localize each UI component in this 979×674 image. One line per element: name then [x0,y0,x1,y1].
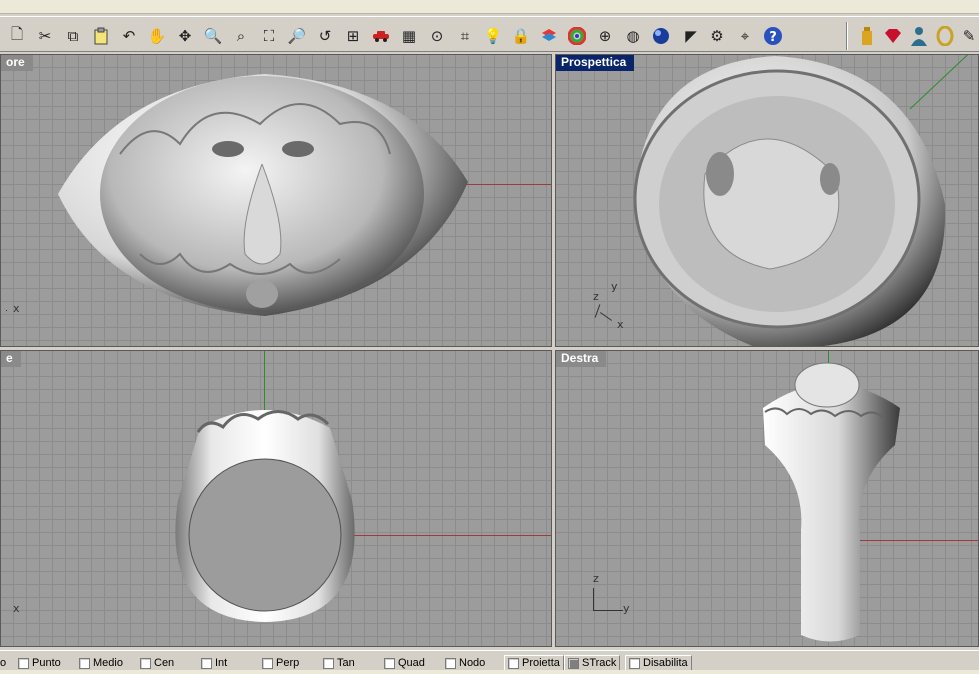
zoom-extents-icon[interactable]: ⛶ [258,24,280,48]
ring-perspective-view [633,54,970,347]
lock-icon[interactable]: 🔒 [510,24,532,48]
viewport-top[interactable]: x ore [0,54,552,347]
checkbox[interactable] [79,657,90,669]
render-icon[interactable]: ◤ [680,24,702,48]
bottom-strip [0,670,979,674]
checkbox[interactable] [140,657,151,669]
person-icon[interactable] [908,24,930,48]
axis-y-label: y [611,280,618,293]
snap-punto[interactable]: Punto [18,655,61,671]
snap-perp[interactable]: Perp [262,655,299,671]
snap-tan[interactable]: Tan [323,655,355,671]
ring-top-view [58,74,468,316]
ring-front-view [175,410,355,622]
snap-cen[interactable]: Cen [140,655,174,671]
car-icon[interactable] [370,24,392,48]
checkbox-checked[interactable] [568,657,579,669]
axis-x-label: x [13,302,20,315]
viewport-front[interactable]: x e [0,350,552,647]
viewport-title-right[interactable]: Destra [555,350,607,367]
axis-x-label: x [617,318,624,331]
sphere-wire-icon[interactable]: ⊕ [594,24,616,48]
brush-icon[interactable]: ✎ [958,24,979,48]
copy-icon[interactable]: ⧉ [62,24,84,48]
checkbox[interactable] [629,657,640,669]
checkbox[interactable] [508,657,519,669]
layer-icon[interactable] [538,24,560,48]
cut-icon[interactable]: ✂ [34,24,56,48]
new-document-icon[interactable]: 🗋 [6,24,28,48]
paste-icon[interactable] [90,24,112,48]
checkbox[interactable] [201,657,212,669]
undo-icon[interactable]: ↶ [118,24,140,48]
viewport-perspective[interactable]: x y z Prospettica [555,54,979,347]
toggle-disabilita[interactable]: Disabilita [625,655,692,671]
viewport-title-perspective[interactable]: Prospettica [555,54,635,71]
osnap-icon[interactable]: ⌖ [734,24,756,48]
help-icon[interactable]: ? [762,24,784,48]
dimension-icon[interactable]: ⌗ [454,24,476,48]
bottle-icon[interactable] [856,24,878,48]
settings-gear-icon[interactable]: ⚙ [706,24,728,48]
point-icon[interactable]: ⊙ [426,24,448,48]
sphere-mesh-icon[interactable]: ◍ [622,24,644,48]
toggle-proietta[interactable]: Proietta [504,655,564,671]
snap-int[interactable]: Int [201,655,227,671]
snap-nodo[interactable]: Nodo [445,655,485,671]
viewport-title-front[interactable]: e [0,350,21,367]
color-wheel-icon[interactable] [566,24,588,48]
ring-right-view [763,362,900,642]
axis-line-y [593,610,623,611]
checkbox[interactable] [18,657,29,669]
axis-z-label: z [593,290,599,303]
axis-x-label: x [13,602,20,615]
undo-view-icon[interactable]: ↺ [314,24,336,48]
zoom-window-icon[interactable]: ⌕ [230,24,252,48]
svg-text:?: ? [769,30,777,45]
zoom-icon[interactable]: 🔍 [202,24,224,48]
snap-partial[interactable]: o [0,655,6,671]
four-viewports-icon[interactable]: ⊞ [342,24,364,48]
axis-z-label: z [593,572,599,585]
viewport-title-top[interactable]: ore [0,54,33,71]
light-bulb-icon[interactable]: 💡 [482,24,504,48]
pan-hand-icon[interactable]: ✋ [146,24,168,48]
grid-plane-icon[interactable]: ▦ [398,24,420,48]
viewport-right[interactable]: z y Destra [555,350,979,647]
checkbox[interactable] [262,657,273,669]
rotate-view-icon[interactable]: ✥ [174,24,196,48]
gem-icon[interactable] [882,24,904,48]
sphere-render-icon[interactable] [650,24,672,48]
main-toolbar: 🗋 ✂ ⧉ ↶ ✋ ✥ 🔍 ⌕ ⛶ 🔎 ↺ ⊞ ▦ ⊙ ⌗ 💡 🔒 ⊕ ◍ ◤ … [0,16,979,52]
toolbar-separator [846,22,848,50]
axis-origin [6,310,7,311]
snap-quad[interactable]: Quad [384,655,425,671]
ring-icon[interactable] [934,24,956,48]
snap-medio[interactable]: Medio [79,655,123,671]
checkbox[interactable] [445,657,456,669]
axis-line-z [593,588,594,610]
checkbox[interactable] [323,657,334,669]
zoom-selected-icon[interactable]: 🔎 [286,24,308,48]
toggle-strack[interactable]: STrack [564,655,621,671]
top-menu-strip [0,0,979,14]
axis-y-label: y [623,602,630,615]
checkbox[interactable] [384,657,395,669]
